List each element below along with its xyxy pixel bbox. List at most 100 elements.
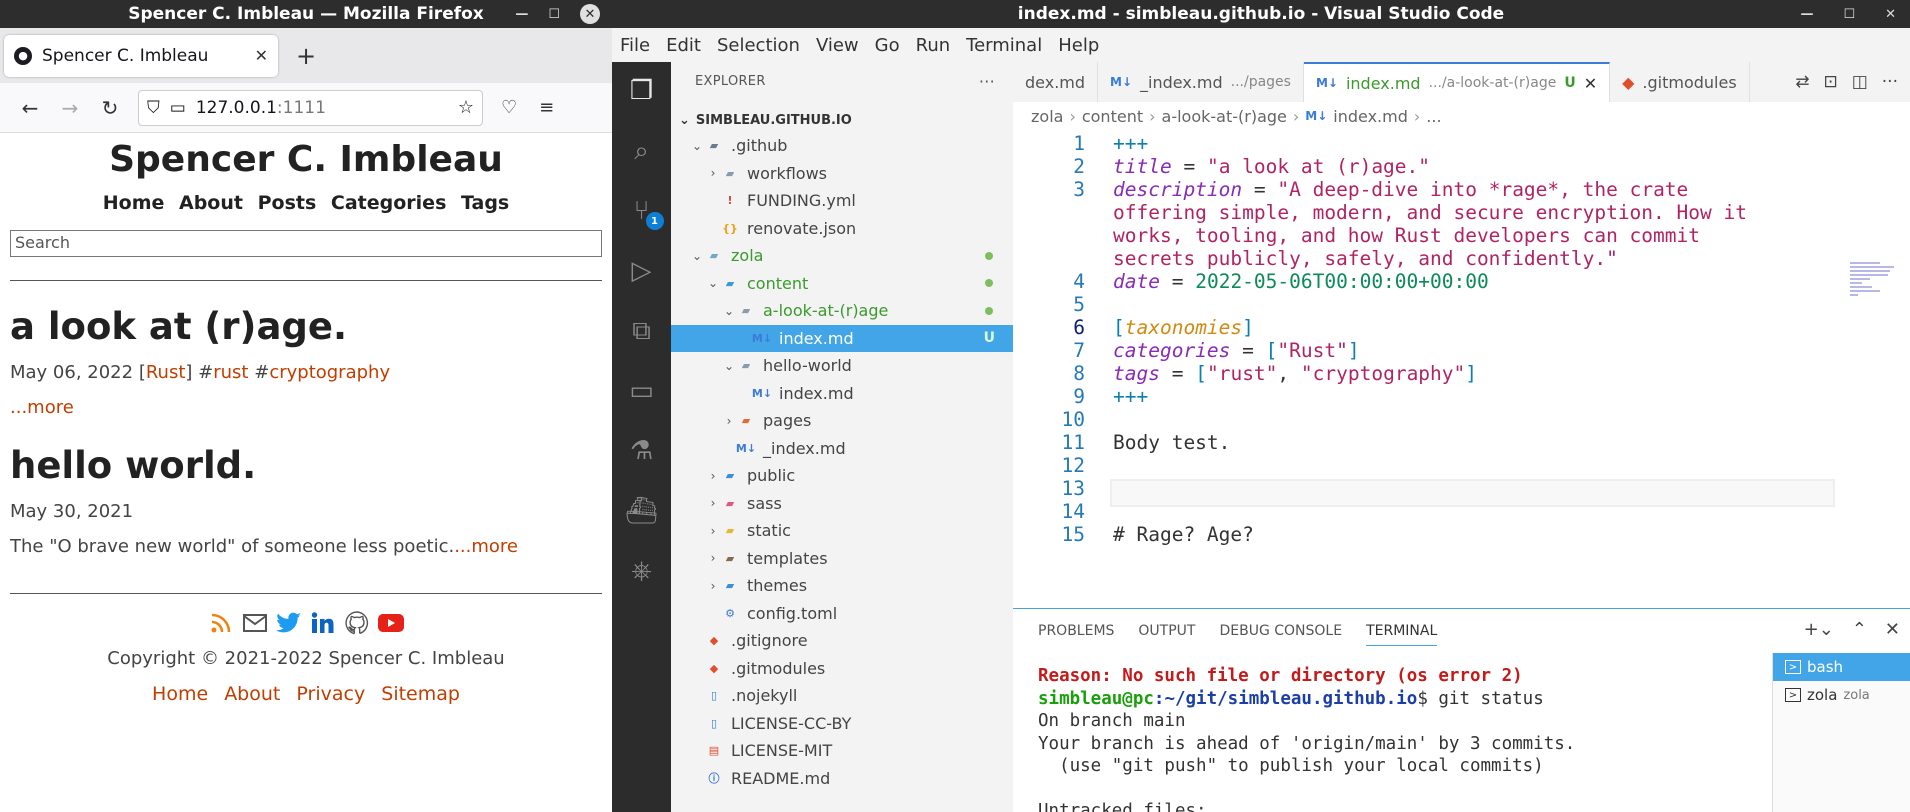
nav-posts[interactable]: Posts — [258, 192, 317, 214]
email-icon[interactable] — [241, 610, 269, 636]
search-input[interactable]: Search — [10, 230, 602, 257]
tree-folder[interactable]: › ▰ themes — [671, 572, 1013, 600]
menu-help[interactable]: Help — [1058, 35, 1099, 56]
maximize-icon[interactable]: ☐ — [548, 7, 560, 22]
read-more-link[interactable]: ...more — [10, 397, 602, 418]
tree-folder[interactable]: ⌄ ▰ a-look-at-(r)age — [671, 297, 1013, 325]
bookmark-star-icon[interactable]: ☆ — [458, 97, 474, 118]
tab-problems[interactable]: PROBLEMS — [1038, 623, 1114, 639]
extensions-icon[interactable]: ⧉ — [626, 312, 658, 350]
breadcrumb-item[interactable]: a-look-at-(r)age — [1162, 107, 1287, 126]
shield-icon[interactable]: ⛉ — [147, 98, 160, 118]
tree-file[interactable]: {} renovate.json — [671, 215, 1013, 243]
footer-sitemap-link[interactable]: Sitemap — [381, 683, 460, 705]
tag-link-cryptography[interactable]: cryptography — [269, 362, 390, 383]
github-icon[interactable] — [343, 610, 371, 636]
new-tab-button[interactable]: + — [296, 42, 316, 70]
workspace-root[interactable]: ⌄ SIMBLEAU.GITHUB.IO — [671, 108, 1013, 132]
breadcrumb-item[interactable]: content — [1082, 107, 1143, 126]
code-editor[interactable]: 1 +++ 2 title = "a look at (r)age." 3 descr… — [1013, 130, 1910, 608]
tag-link-rust[interactable]: rust — [213, 362, 248, 383]
minimap[interactable] — [1850, 262, 1898, 322]
kubernetes-icon[interactable]: ⎈ — [626, 552, 658, 590]
tree-folder[interactable]: › ▰ workflows — [671, 160, 1013, 188]
tree-file[interactable]: ⓘ README.md — [671, 765, 1013, 793]
close-window-button[interactable]: ✕ — [580, 4, 600, 24]
twitter-icon[interactable] — [275, 610, 303, 636]
terminal-item-zola[interactable]: > zola zola — [1773, 681, 1910, 709]
editor-tab[interactable]: dex.md — [1013, 62, 1099, 102]
tab-terminal[interactable]: TERMINAL — [1366, 617, 1438, 646]
pocket-icon[interactable]: ♡ — [501, 97, 517, 118]
tree-folder[interactable]: ⌄ ▰ zola — [671, 242, 1013, 270]
menu-selection[interactable]: Selection — [717, 35, 800, 56]
footer-privacy-link[interactable]: Privacy — [296, 683, 365, 705]
remote-explorer-icon[interactable]: ▭ — [626, 372, 658, 410]
maximize-icon[interactable]: ☐ — [1843, 7, 1855, 22]
menu-go[interactable]: Go — [875, 35, 900, 56]
minimize-icon[interactable]: — — [1800, 7, 1813, 22]
tree-folder[interactable]: › ▰ sass — [671, 490, 1013, 518]
back-button[interactable]: ← — [10, 96, 50, 120]
maximize-panel-icon[interactable]: ⌃ — [1852, 619, 1867, 640]
explorer-icon[interactable]: ❐ — [626, 72, 658, 110]
breadcrumb-item[interactable]: index.md — [1333, 107, 1408, 126]
search-icon[interactable]: ⌕ — [626, 132, 658, 170]
close-tab-icon[interactable]: ✕ — [255, 46, 268, 65]
tree-file[interactable]: M↓ index.md — [671, 380, 1013, 408]
tree-folder[interactable]: › ▰ public — [671, 462, 1013, 490]
nav-about[interactable]: About — [179, 192, 243, 214]
reload-button[interactable]: ↻ — [90, 96, 130, 120]
menu-run[interactable]: Run — [916, 35, 951, 56]
tab-debug-console[interactable]: DEBUG CONSOLE — [1219, 623, 1342, 639]
terminal-item-bash[interactable]: > bash — [1773, 653, 1910, 681]
run-debug-icon[interactable]: ▷ — [626, 252, 658, 290]
youtube-icon[interactable] — [377, 610, 405, 636]
breadcrumb-item[interactable]: ... — [1426, 107, 1441, 126]
tree-folder[interactable]: › ▰ pages — [671, 407, 1013, 435]
category-link[interactable]: Rust — [146, 362, 186, 383]
editor-tab[interactable]: M↓ _index.md .../pages — [1098, 62, 1304, 102]
close-panel-icon[interactable]: ✕ — [1885, 619, 1900, 640]
menu-terminal[interactable]: Terminal — [966, 35, 1042, 56]
tree-file[interactable]: M↓ _index.md — [671, 435, 1013, 463]
post-title[interactable]: hello world. — [10, 444, 602, 487]
source-control-icon[interactable]: ⑂ 1 — [626, 192, 664, 230]
split-editor-icon[interactable]: ◫ — [1852, 72, 1868, 92]
breadcrumb-item[interactable]: zola — [1031, 107, 1063, 126]
nav-categories[interactable]: Categories — [331, 192, 446, 214]
tree-file[interactable]: ⚙ config.toml — [671, 600, 1013, 628]
tree-folder[interactable]: ⌄ ▰ content — [671, 270, 1013, 298]
editor-tab[interactable]: ◆ .gitmodules — [1610, 62, 1750, 102]
close-icon[interactable]: ✕ — [1885, 7, 1896, 22]
tree-file[interactable]: ▤ LICENSE-MIT — [671, 737, 1013, 765]
tab-output[interactable]: OUTPUT — [1138, 623, 1195, 639]
tree-file[interactable]: ◆ .gitmodules — [671, 655, 1013, 683]
page-info-icon[interactable]: ▭ — [170, 98, 186, 118]
tree-file[interactable]: ◆ .gitignore — [671, 627, 1013, 655]
tree-file[interactable]: ▯ LICENSE-CC-BY — [671, 710, 1013, 738]
tree-file[interactable]: M↓ index.md U — [671, 324, 1013, 352]
menu-view[interactable]: View — [816, 35, 859, 56]
minimize-icon[interactable]: — — [515, 7, 528, 22]
tree-folder[interactable]: › ▰ static — [671, 517, 1013, 545]
footer-home-link[interactable]: Home — [152, 683, 208, 705]
url-bar[interactable]: ⛉ ▭ 127.0.0.1:1111 ☆ — [138, 89, 483, 126]
footer-about-link[interactable]: About — [224, 683, 280, 705]
tree-folder[interactable]: › ▰ templates — [671, 545, 1013, 573]
docker-icon[interactable]: ⛴ — [625, 492, 658, 530]
site-title[interactable]: Spencer C. Imbleau — [10, 139, 602, 180]
testing-icon[interactable]: ⚗ — [626, 432, 658, 470]
post-title[interactable]: a look at (r)age. — [10, 305, 602, 348]
tree-file[interactable]: ! FUNDING.yml — [671, 187, 1013, 215]
tree-folder[interactable]: ⌄ ▰ .github — [671, 132, 1013, 160]
tree-file[interactable]: ▯ .nojekyll — [671, 682, 1013, 710]
forward-button[interactable]: → — [50, 96, 90, 120]
rss-icon[interactable] — [207, 610, 235, 636]
new-terminal-icon[interactable]: +⌄ — [1804, 619, 1834, 640]
editor-tab-active[interactable]: M↓ index.md .../a-look-at-(r)age U ✕ — [1303, 62, 1611, 102]
browser-tab[interactable]: ● Spencer C. Imbleau ✕ — [4, 34, 278, 77]
close-tab-icon[interactable]: ✕ — [1584, 74, 1597, 93]
linkedin-icon[interactable] — [309, 610, 337, 636]
menu-file[interactable]: File — [620, 35, 650, 56]
